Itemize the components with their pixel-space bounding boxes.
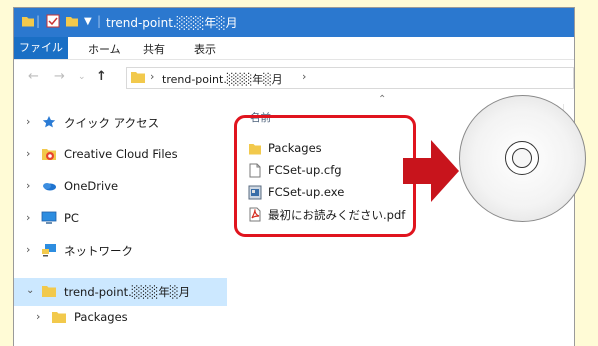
sidebar-item-network[interactable]: › ネットワーク (14, 237, 227, 265)
tab-file[interactable]: ファイル (14, 37, 68, 59)
back-arrow-icon[interactable]: ← (28, 69, 39, 84)
new-folder-icon[interactable] (65, 14, 79, 28)
sidebar-item-label: ネットワーク (64, 244, 133, 258)
sidebar-item-label: trend-point.░░░年░月 (64, 285, 191, 299)
sidebar-item-label: OneDrive (64, 179, 119, 193)
star-icon (42, 116, 56, 128)
folder-icon (131, 72, 145, 83)
up-arrow-icon[interactable]: ↑ (96, 69, 107, 84)
tab-share[interactable]: 共有 (143, 41, 165, 57)
tab-home[interactable]: ホーム (88, 41, 121, 57)
sidebar-item-pc[interactable]: › PC (14, 205, 227, 233)
folder-icon (52, 312, 66, 323)
breadcrumb-path[interactable]: trend-point.░░░年░月 (162, 71, 283, 87)
expand-chevron-icon[interactable]: › (36, 310, 40, 323)
network-icon (42, 244, 56, 257)
sidebar-item-creative-cloud[interactable]: › Creative Cloud Files (14, 141, 227, 169)
sidebar-item-packages[interactable]: › Packages (14, 304, 227, 332)
sidebar-item-label: PC (64, 211, 79, 225)
sidebar-item-label: Creative Cloud Files (64, 147, 178, 161)
breadcrumb-chevron-icon[interactable]: › (302, 70, 306, 83)
sidebar-item-label: クイック アクセス (64, 116, 160, 130)
ribbon-tabs: ファイル ホーム 共有 表示 (14, 37, 574, 60)
tab-view[interactable]: 表示 (194, 41, 216, 57)
highlight-box (234, 115, 416, 237)
expand-chevron-icon[interactable]: › (26, 179, 30, 192)
customize-toolbar-icon[interactable]: ▼ (84, 16, 92, 27)
expand-chevron-icon[interactable]: › (26, 211, 30, 224)
navigation-pane: › クイック アクセス › Creative Cloud Files › One… (14, 94, 227, 346)
forward-arrow-icon[interactable]: → (54, 69, 65, 84)
expand-chevron-icon[interactable]: › (26, 115, 30, 128)
title-bar: | ▼ | trend-point.░░░年░月 (14, 8, 574, 37)
folder-icon (42, 286, 56, 297)
window-title: trend-point.░░░年░月 (106, 16, 238, 30)
recent-locations-icon[interactable]: ⌄ (78, 72, 86, 82)
folder-icon (22, 17, 34, 27)
navigation-bar: ← → ⌄ ↑ › trend-point.░░░年░月 › (14, 60, 574, 94)
properties-icon[interactable] (46, 14, 60, 28)
onedrive-icon (43, 183, 56, 191)
sidebar-item-quick-access[interactable]: › クイック アクセス (14, 109, 227, 137)
sort-ascending-icon: ⌃ (378, 94, 387, 105)
cd-rom-icon (459, 95, 586, 222)
sidebar-item-onedrive[interactable]: › OneDrive (14, 173, 227, 201)
sidebar-item-trend-point[interactable]: ⌄ trend-point.░░░年░月 (14, 278, 227, 306)
pc-icon (41, 211, 57, 224)
breadcrumb-chevron-icon: › (150, 70, 155, 83)
expand-chevron-icon[interactable]: › (26, 147, 30, 160)
address-bar[interactable]: › trend-point.░░░年░月 › (126, 67, 574, 89)
right-arrow-icon (403, 140, 459, 202)
sidebar-item-label: Packages (74, 310, 128, 324)
collapse-chevron-icon[interactable]: ⌄ (26, 285, 34, 296)
expand-chevron-icon[interactable]: › (26, 243, 30, 256)
creative-cloud-icon (42, 149, 56, 160)
